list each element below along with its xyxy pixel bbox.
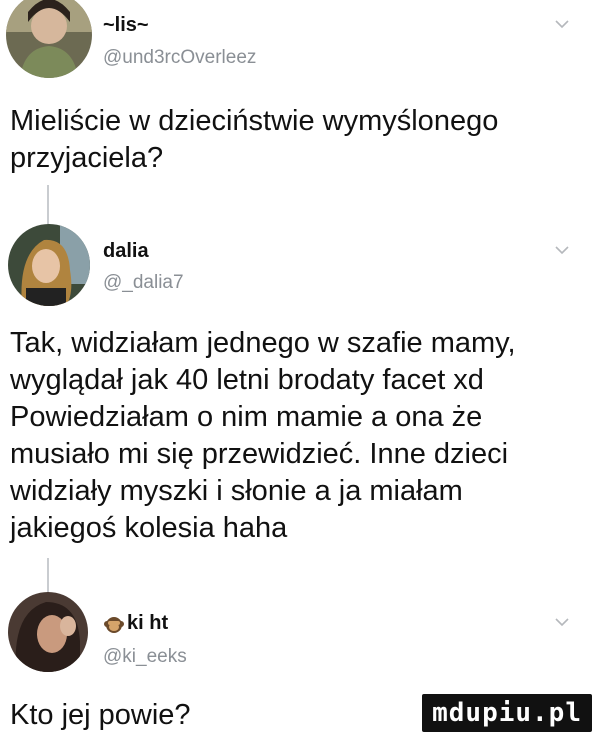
author-handle[interactable]: @und3rcOverleez [103, 47, 256, 69]
chevron-down-icon[interactable] [554, 242, 570, 258]
author-name[interactable]: ~lis~ [103, 14, 149, 37]
author-name[interactable]: dalia [103, 240, 149, 263]
watermark-logo: mdupiu.pl [422, 694, 592, 732]
tweet-text: Mieliście w dzieciństwie wymyślonego prz… [10, 105, 499, 174]
user-photo-icon [8, 224, 90, 306]
monkey-emoji-icon [104, 616, 124, 633]
avatar-lis[interactable] [6, 0, 92, 78]
avatar-dalia[interactable] [8, 224, 90, 306]
author-handle[interactable]: @_dalia7 [103, 272, 184, 294]
watermark-text: mdupiu.pl [432, 698, 582, 728]
chevron-down-icon[interactable] [554, 16, 570, 32]
tweet-text: Tak, widziałam jednego w szafie mamy, wy… [10, 327, 516, 544]
author-name-text: ki ht [127, 612, 169, 634]
tweet-1: ~lis~ @und3rcOverleez Mieliście w dzieci… [0, 0, 600, 190]
avatar-ki-ht[interactable] [8, 592, 88, 672]
thread-connector [47, 185, 49, 225]
author-handle[interactable]: @ki_eeks [103, 646, 187, 668]
author-name[interactable]: ki ht [103, 612, 168, 635]
tweet-text: Kto jej powie? [10, 699, 191, 731]
thread-connector [47, 558, 49, 596]
chevron-down-icon[interactable] [554, 614, 570, 630]
user-photo-icon [6, 0, 92, 78]
tweet-2: dalia @_dalia7 Tak, widziałam jednego w … [0, 222, 600, 562]
user-photo-icon [8, 592, 88, 672]
